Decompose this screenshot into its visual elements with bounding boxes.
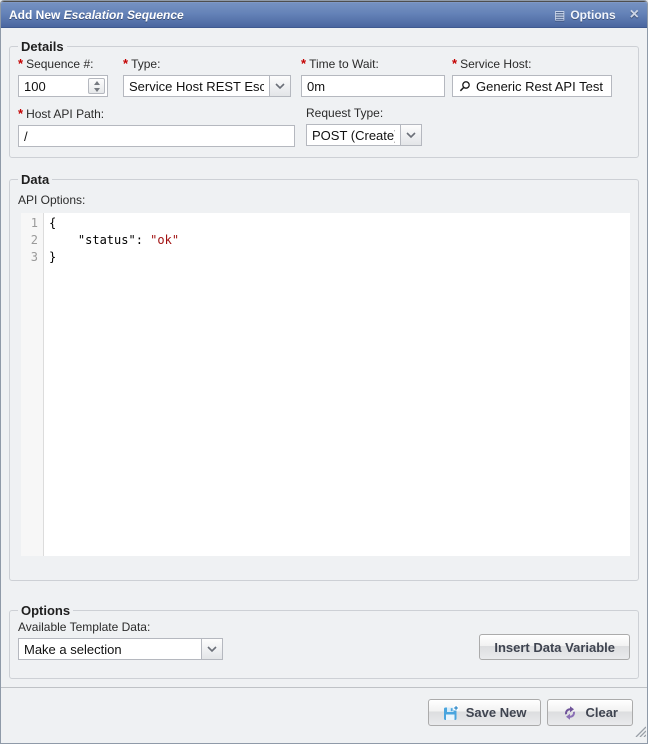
dialog-titlebar[interactable]: Add New Escalation Sequence ▤ Options × xyxy=(1,1,647,28)
type-field-group: *Type: xyxy=(123,56,291,97)
add-escalation-dialog: Add New Escalation Sequence ▤ Options × … xyxy=(0,0,648,744)
type-combobox[interactable] xyxy=(123,75,291,97)
code-line: } xyxy=(49,249,630,266)
grid-list-icon: ▤ xyxy=(554,8,565,22)
details-row-2: *Host API Path: Request Type: xyxy=(18,106,630,147)
refresh-arrows-icon xyxy=(562,705,578,721)
template-data-combo-input[interactable] xyxy=(19,639,201,659)
type-label: *Type: xyxy=(123,56,291,71)
clear-button[interactable]: Clear xyxy=(547,699,633,726)
service-host-label: *Service Host: xyxy=(452,56,612,71)
service-host-input[interactable] xyxy=(471,76,611,96)
api-options-code-editor[interactable]: 1 2 3 { "status": "ok" } xyxy=(21,213,630,556)
time-to-wait-input[interactable] xyxy=(302,76,444,96)
service-host-field-group: *Service Host: xyxy=(452,56,612,97)
line-number: 1 xyxy=(21,215,38,232)
required-marker: * xyxy=(301,56,306,71)
editor-line-number-gutter: 1 2 3 xyxy=(21,213,44,556)
options-legend: Options xyxy=(18,603,73,618)
resize-grip-icon[interactable] xyxy=(634,724,646,742)
request-type-label: Request Type: xyxy=(306,106,422,120)
time-to-wait-label: *Time to Wait: xyxy=(301,56,445,71)
chevron-down-icon[interactable] xyxy=(400,125,421,145)
line-number: 2 xyxy=(21,232,38,249)
time-to-wait-field-group: *Time to Wait: xyxy=(301,56,445,97)
close-icon[interactable]: × xyxy=(630,8,639,22)
host-api-path-field-group: *Host API Path: xyxy=(18,106,295,147)
time-to-wait-box xyxy=(301,75,445,97)
options-tool-button[interactable]: ▤ Options xyxy=(554,8,616,22)
request-type-combobox[interactable] xyxy=(306,124,422,146)
template-data-combobox[interactable] xyxy=(18,638,223,660)
up-down-spinner-icon[interactable] xyxy=(88,78,105,94)
required-marker: * xyxy=(18,106,23,121)
footer-toolbar: Save New Clear xyxy=(1,687,647,743)
data-fieldset: Data API Options: 1 2 3 { "status": "ok"… xyxy=(9,172,639,581)
chevron-down-icon[interactable] xyxy=(269,76,290,96)
host-api-path-input[interactable] xyxy=(19,126,294,146)
host-api-path-box xyxy=(18,125,295,147)
required-marker: * xyxy=(123,56,128,71)
sequence-field-group: *Sequence #: xyxy=(18,56,108,97)
request-type-combo-input[interactable] xyxy=(307,125,400,145)
required-marker: * xyxy=(18,56,23,71)
sequence-stepper xyxy=(18,75,108,97)
save-new-button[interactable]: Save New xyxy=(428,699,542,726)
sequence-input[interactable] xyxy=(19,76,86,96)
title-prefix: Add New xyxy=(9,8,64,22)
options-tool-label: Options xyxy=(570,8,615,22)
insert-data-variable-button[interactable]: Insert Data Variable xyxy=(479,634,630,660)
dialog-title: Add New Escalation Sequence xyxy=(9,8,554,22)
options-row: Available Template Data: Insert Data Var… xyxy=(18,620,630,660)
code-line: { xyxy=(49,215,630,232)
code-line: "status": "ok" xyxy=(49,232,630,249)
line-number: 3 xyxy=(21,249,38,266)
title-emphasis: Escalation Sequence xyxy=(64,8,184,22)
options-fieldset: Options Available Template Data: Insert … xyxy=(9,603,639,679)
host-api-path-label: *Host API Path: xyxy=(18,106,295,121)
details-fieldset: Details *Sequence #: *Type: xyxy=(9,39,639,158)
request-type-field-group: Request Type: xyxy=(306,106,422,146)
required-marker: * xyxy=(452,56,457,71)
chevron-down-icon[interactable] xyxy=(201,639,222,659)
sequence-label: *Sequence #: xyxy=(18,56,108,71)
api-options-label: API Options: xyxy=(18,193,630,207)
floppy-disk-plus-icon xyxy=(443,705,459,721)
spinner-down-icon[interactable] xyxy=(94,88,100,92)
search-icon xyxy=(453,76,471,96)
details-row-1: *Sequence #: *Type: xyxy=(18,56,630,97)
details-legend: Details xyxy=(18,39,67,54)
data-legend: Data xyxy=(18,172,52,187)
editor-code-area[interactable]: { "status": "ok" } xyxy=(44,213,630,556)
service-host-box xyxy=(452,75,612,97)
json-property: "status" xyxy=(78,233,136,247)
template-data-field-group: Available Template Data: xyxy=(18,620,223,660)
json-string-value: "ok" xyxy=(150,233,179,247)
type-combo-input[interactable] xyxy=(124,76,269,96)
template-data-label: Available Template Data: xyxy=(18,620,223,634)
spinner-up-icon[interactable] xyxy=(94,81,100,85)
